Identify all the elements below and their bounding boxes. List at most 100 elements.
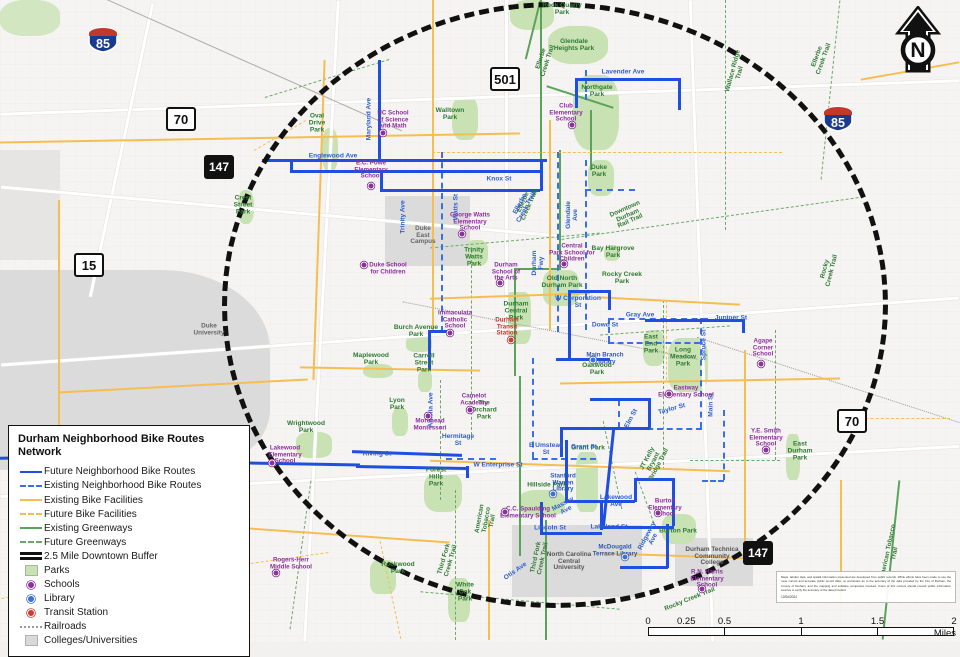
- greenway-future: [455, 490, 456, 640]
- school-marker[interactable]: [698, 585, 706, 593]
- legend-label: Future Neighborhood Bike Routes: [44, 466, 196, 478]
- legend-label: Future Greenways: [44, 536, 127, 548]
- bike-route-future: [620, 566, 668, 569]
- park-polygon: [576, 452, 598, 512]
- park-polygon: [424, 472, 462, 512]
- nc-route-shield: 147: [204, 155, 234, 179]
- school-marker[interactable]: [458, 230, 466, 238]
- bike-facility-future: [432, 152, 782, 153]
- legend-dot-icon: [18, 592, 44, 606]
- bike-route-future: [560, 427, 650, 430]
- library-marker[interactable]: [621, 553, 629, 561]
- bike-route-existing: [441, 152, 443, 332]
- greenway-future: [725, 0, 726, 230]
- bike-route-future: [540, 532, 602, 535]
- legend-row: Parks: [18, 563, 240, 577]
- bike-route-existing: [608, 342, 700, 344]
- greenway-existing: [559, 150, 561, 270]
- school-marker[interactable]: [360, 261, 368, 269]
- bike-route-future: [648, 398, 651, 428]
- map-canvas[interactable]: Rock Quarry Park Glendale Heights Park Nor…: [0, 0, 960, 657]
- bike-route-future: [466, 466, 469, 478]
- school-marker[interactable]: [654, 509, 662, 517]
- legend-swatch-icon: [18, 634, 44, 648]
- map-legend[interactable]: Durham Neighborhood Bike Routes Network …: [8, 425, 250, 657]
- legend-label: 2.5 Mile Downtown Buffer: [44, 550, 158, 562]
- map-disclaimer: Maps, tabular data, and spatial informat…: [776, 571, 956, 604]
- bike-route-existing: [585, 189, 635, 191]
- legend-row: Existing Neighborhood Bike Routes: [18, 479, 240, 493]
- greenway-future: [775, 330, 776, 460]
- school-marker[interactable]: [272, 569, 280, 577]
- park-polygon: [370, 560, 396, 594]
- svg-text:85: 85: [96, 37, 110, 51]
- bike-route-future: [666, 524, 669, 568]
- legend-solid-line-icon: [18, 465, 44, 479]
- bike-facility-future: [666, 300, 667, 380]
- us-route-shield: 70: [166, 107, 196, 131]
- park-polygon: [548, 26, 608, 64]
- greenway-existing: [545, 520, 547, 640]
- campus-area-duke-east: [385, 196, 470, 266]
- school-marker[interactable]: [446, 329, 454, 337]
- legend-row: Railroads: [18, 620, 240, 634]
- bike-route-existing: [702, 480, 724, 482]
- transit-station-marker[interactable]: [507, 336, 515, 344]
- legend-dashed-line-icon: [18, 507, 44, 521]
- school-marker[interactable]: [757, 360, 765, 368]
- school-marker[interactable]: [665, 390, 673, 398]
- school-marker[interactable]: [496, 279, 504, 287]
- legend-dot-icon: [18, 606, 44, 620]
- bike-facility-existing: [58, 200, 60, 450]
- bike-route-future: [380, 189, 540, 192]
- bike-route-existing: [608, 318, 610, 342]
- park-polygon: [418, 370, 432, 392]
- bike-route-future: [262, 159, 547, 162]
- legend-row: Schools: [18, 578, 240, 592]
- bike-route-future: [378, 60, 381, 160]
- library-marker[interactable]: [549, 490, 557, 498]
- park-polygon: [448, 578, 470, 622]
- bike-route-future: [590, 398, 650, 401]
- legend-label: Schools: [44, 579, 80, 591]
- legend-label: Colleges/Universities: [44, 635, 138, 647]
- bike-route-future: [290, 159, 293, 171]
- school-marker[interactable]: [560, 260, 568, 268]
- school-marker[interactable]: [268, 459, 276, 467]
- school-marker[interactable]: [466, 406, 474, 414]
- bike-route-existing: [446, 458, 496, 460]
- bike-route-future: [575, 78, 578, 108]
- school-marker[interactable]: [762, 446, 770, 454]
- legend-label: Transit Station: [44, 607, 109, 619]
- legend-solid-line-icon: [18, 493, 44, 507]
- bike-route-future: [290, 170, 540, 173]
- legend-items: Future Neighborhood Bike Routes Existing …: [18, 465, 240, 648]
- scale-bar-blocks: [648, 627, 954, 636]
- school-marker[interactable]: [424, 412, 432, 420]
- legend-dashed-line-icon: [18, 479, 44, 493]
- campus-area-nccu: [512, 525, 642, 597]
- school-marker[interactable]: [501, 508, 509, 516]
- legend-label: Future Bike Facilities: [44, 508, 137, 520]
- library-marker[interactable]: [589, 356, 597, 364]
- bike-route-future: [634, 478, 637, 502]
- legend-row: Transit Station: [18, 606, 240, 620]
- legend-dashed-line-icon: [18, 535, 44, 549]
- bike-route-future: [672, 478, 675, 526]
- bike-route-future: [645, 319, 745, 322]
- scale-bar-unit: Miles: [933, 628, 956, 639]
- school-marker[interactable]: [379, 129, 387, 137]
- park-polygon: [786, 434, 800, 480]
- bike-route-existing: [700, 318, 702, 428]
- legend-row: Future Greenways: [18, 535, 240, 549]
- greenway-future: [690, 460, 780, 461]
- school-marker[interactable]: [568, 121, 576, 129]
- north-arrow: N: [890, 4, 946, 76]
- school-marker[interactable]: [367, 182, 375, 190]
- bike-route-future: [428, 330, 431, 370]
- scale-tick-label: 1: [798, 616, 804, 627]
- bike-route-existing: [618, 400, 620, 428]
- scale-tick-label: 0: [645, 616, 651, 627]
- legend-label: Railroads: [44, 621, 87, 633]
- disclaimer-date: 12/06/2024: [781, 595, 797, 600]
